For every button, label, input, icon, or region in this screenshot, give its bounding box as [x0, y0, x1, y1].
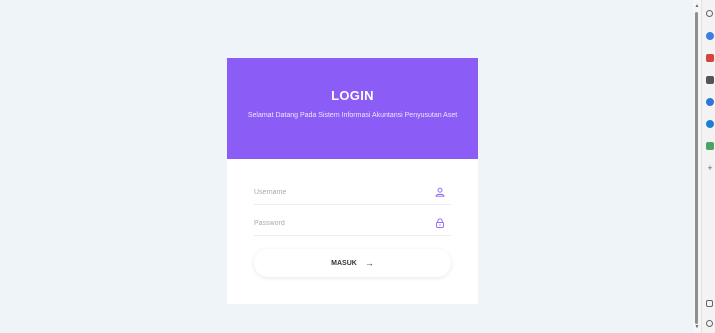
sidebar-toggle-icon[interactable]	[706, 300, 713, 307]
password-field[interactable]	[254, 213, 451, 236]
person-icon[interactable]	[706, 76, 714, 84]
vertical-scrollbar[interactable]: ▲ ▼	[693, 0, 701, 333]
scrollbar-thumb[interactable]	[695, 12, 698, 324]
outlook-icon[interactable]	[706, 120, 714, 128]
login-card: LOGIN Selamat Datang Pada Sistem Informa…	[227, 58, 478, 304]
scroll-up-arrow-icon[interactable]: ▲	[694, 3, 700, 9]
settings-icon[interactable]	[706, 320, 713, 327]
user-icon	[435, 187, 445, 197]
browser-side-panel: +	[701, 0, 715, 333]
arrow-right-icon: →	[364, 258, 374, 268]
lock-icon	[436, 218, 444, 228]
username-input[interactable]	[254, 182, 429, 203]
page-background: LOGIN Selamat Datang Pada Sistem Informa…	[0, 0, 693, 333]
tools-icon[interactable]	[706, 142, 714, 150]
scroll-down-arrow-icon[interactable]: ▼	[694, 324, 700, 330]
password-input[interactable]	[254, 213, 429, 234]
username-field[interactable]	[254, 182, 451, 205]
games-icon[interactable]	[706, 98, 714, 106]
submit-label: MASUK	[331, 259, 357, 267]
login-submit-button[interactable]: MASUK →	[254, 249, 451, 277]
search-icon[interactable]	[706, 10, 713, 17]
login-subtitle: Selamat Datang Pada Sistem Informasi Aku…	[247, 112, 458, 119]
copilot-icon[interactable]	[706, 32, 714, 40]
add-icon[interactable]: +	[706, 164, 714, 173]
shopping-icon[interactable]	[706, 54, 714, 62]
login-title: LOGIN	[331, 88, 374, 103]
login-header: LOGIN Selamat Datang Pada Sistem Informa…	[227, 58, 478, 159]
